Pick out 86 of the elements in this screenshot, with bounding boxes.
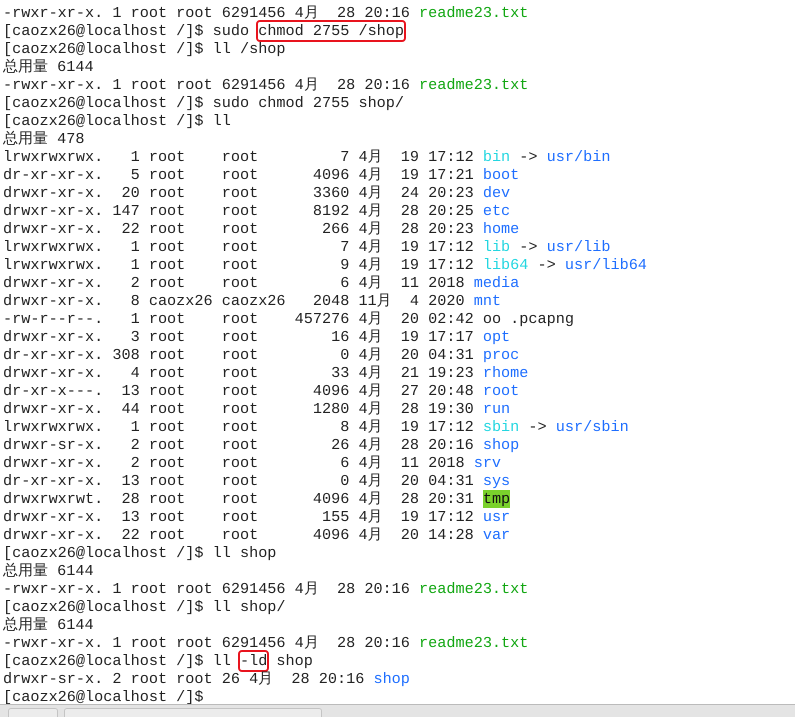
total-size-line: 总用量 6144 — [3, 562, 94, 580]
file-details: drwxr-xr-x. 44 root root 1280 4月 28 19:30 — [3, 400, 475, 418]
file-details: lrwxrwxrwx. 1 root root 7 4月 19 17:12 — [3, 238, 475, 256]
link-arrow: -> — [528, 418, 547, 436]
link-arrow: -> — [519, 238, 538, 256]
file-name: lib — [482, 238, 510, 256]
shell-prompt: [caozx26@localhost /]$ — [3, 112, 205, 130]
file-details: -rwxr-xr-x. 1 root root 6291456 4月 28 20:16 — [3, 4, 411, 22]
file-name: usr — [482, 508, 510, 526]
file-name: dev — [482, 184, 510, 202]
link-arrow: -> — [538, 256, 556, 274]
file-name: bin — [482, 148, 510, 166]
file-details: drwxr-xr-x. 22 root root 266 4月 28 20:23 — [3, 220, 475, 238]
shell-prompt: [caozx26@localhost /]$ — [3, 94, 205, 112]
file-name: boot — [482, 166, 520, 184]
file-details: dr-xr-xr-x. 308 root root 0 4月 20 04:31 — [3, 346, 475, 364]
file-details: drwxr-xr-x. 20 root root 3360 4月 24 20:23 — [3, 184, 475, 202]
shell-prompt: [caozx26@localhost /]$ — [3, 544, 205, 562]
file-details: drwxr-xr-x. 22 root root 4096 4月 20 14:28 — [3, 526, 475, 544]
file-details: drwxr-xr-x. 13 root root 155 4月 19 17:12 — [3, 508, 475, 526]
file-name: readme23.txt — [419, 580, 528, 598]
terminal-tab[interactable] — [8, 708, 58, 717]
file-details: drwxrwxrwt. 28 root root 4096 4月 28 20:31 — [3, 490, 475, 508]
shell-prompt: [caozx26@localhost /]$ — [3, 688, 205, 704]
shell-prompt: [caozx26@localhost /]$ — [3, 22, 205, 40]
link-target: usr/lib — [546, 238, 610, 256]
file-name: lib64 — [482, 256, 528, 274]
total-size-line: 总用量 6144 — [3, 58, 94, 76]
file-details: drwxr-sr-x. 2 root root 26 4月 28 20:16 — [3, 436, 475, 454]
command-text: ll shop/ — [212, 598, 286, 616]
command-text: sudo chmod 2755 shop/ — [212, 94, 404, 112]
file-details: lrwxrwxrwx. 1 root root 7 4月 19 17:12 — [3, 148, 475, 166]
file-details: drwxr-xr-x. 4 root root 33 4月 21 19:23 — [3, 364, 475, 382]
file-name: etc — [482, 202, 510, 220]
total-size-line: 总用量 6144 — [3, 616, 94, 634]
file-details: -rwxr-xr-x. 1 root root 6291456 4月 28 20:16 — [3, 634, 411, 652]
file-name: sbin — [482, 418, 520, 436]
file-details: -rwxr-xr-x. 1 root root 6291456 4月 28 20:16 — [3, 76, 411, 94]
file-name: sys — [482, 472, 510, 490]
file-name: media — [474, 274, 520, 292]
command-text: shop — [275, 652, 313, 670]
command-text: ll — [212, 652, 232, 670]
file-details: dr-xr-x---. 13 root root 4096 4月 27 20:48 — [3, 382, 475, 400]
file-name: var — [482, 526, 510, 544]
file-name: readme23.txt — [419, 76, 528, 94]
file-name: proc — [482, 346, 520, 364]
file-name: home — [482, 220, 520, 238]
link-target: usr/lib64 — [564, 256, 647, 274]
file-details: -rw-r--r--. 1 root root 457276 4月 20 02:42 — [3, 310, 475, 328]
total-size-line: 总用量 478 — [3, 130, 84, 148]
file-details: drwxr-xr-x. 8 caozx26 caozx26 2048 11月 4 2020 — [3, 292, 466, 310]
file-name: srv — [474, 454, 502, 472]
file-name: mnt — [474, 292, 502, 310]
file-details: drwxr-xr-x. 147 root root 8192 4月 28 20:25 — [3, 202, 475, 220]
file-name: readme23.txt — [419, 4, 528, 22]
file-details: drwxr-xr-x. 2 root root 6 4月 11 2018 — [3, 454, 466, 472]
shell-prompt: [caozx26@localhost /]$ — [3, 598, 205, 616]
file-name: shop — [482, 436, 520, 454]
file-name: readme23.txt — [419, 634, 528, 652]
command-text: ll /shop — [212, 40, 286, 58]
file-name: oo .pcapng — [482, 310, 574, 328]
link-target: usr/bin — [546, 148, 610, 166]
file-details: lrwxrwxrwx. 1 root root 9 4月 19 17:12 — [3, 256, 475, 274]
file-name: root — [482, 382, 520, 400]
shell-prompt: [caozx26@localhost /]$ — [3, 652, 205, 670]
file-name: tmp — [482, 490, 510, 508]
file-details: dr-xr-xr-x. 13 root root 0 4月 20 04:31 — [3, 472, 475, 490]
file-name: rhome — [482, 364, 528, 382]
command-text: sudo — [212, 22, 250, 40]
file-details: lrwxrwxrwx. 1 root root 8 4月 19 17:12 — [3, 418, 475, 436]
shell-prompt: [caozx26@localhost /]$ — [3, 40, 205, 58]
file-details: drwxr-xr-x. 2 root root 6 4月 11 2018 — [3, 274, 466, 292]
file-name: run — [482, 400, 510, 418]
file-name: opt — [482, 328, 510, 346]
file-details: -rwxr-xr-x. 1 root root 6291456 4月 28 20:16 — [3, 580, 411, 598]
highlighted-command: chmod 2755 /shop — [258, 22, 404, 40]
link-arrow: -> — [519, 148, 538, 166]
file-name: shop — [373, 670, 410, 688]
file-details: dr-xr-xr-x. 5 root root 4096 4月 19 17:21 — [3, 166, 475, 184]
highlighted-command: -ld — [240, 652, 268, 670]
link-target: usr/sbin — [556, 418, 629, 436]
file-details: drwxr-xr-x. 3 root root 16 4月 19 17:17 — [3, 328, 475, 346]
command-text: ll — [212, 112, 231, 130]
file-details: drwxr-sr-x. 2 root root 26 4月 28 20:16 — [3, 670, 366, 688]
command-text: ll shop — [212, 544, 276, 562]
terminal-tab[interactable] — [64, 708, 322, 717]
